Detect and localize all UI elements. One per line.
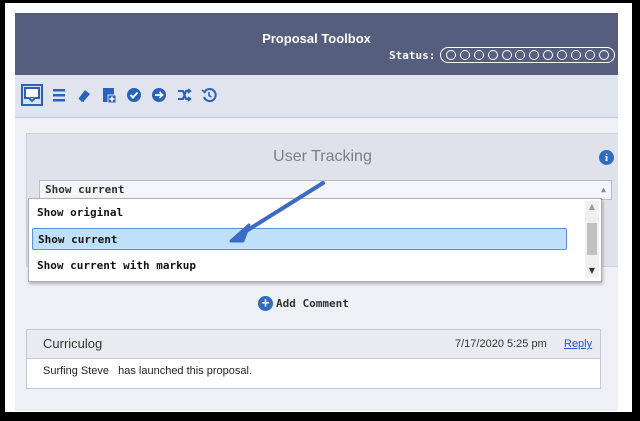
comment-text: has launched this proposal.: [118, 365, 253, 377]
add-comment-label: Add Comment: [276, 297, 349, 310]
status-step-dot: [585, 50, 596, 60]
scroll-up-icon[interactable]: ▲: [585, 201, 599, 213]
status-step-dot: [529, 50, 540, 60]
add-comment-button[interactable]: + Add Comment: [258, 296, 349, 311]
reply-link[interactable]: Reply: [564, 338, 592, 350]
comment-card: Curriculog 7/17/2020 5:25 pm Reply Surfi…: [26, 329, 601, 389]
status-progress: [440, 47, 615, 63]
status-step-dot: [557, 50, 568, 60]
status-step-dot: [598, 50, 609, 60]
shuffle-icon[interactable]: [173, 84, 195, 106]
plus-icon: +: [258, 296, 273, 311]
option-show-current[interactable]: Show current: [32, 228, 567, 250]
toolbar: [15, 75, 618, 118]
toolbox-title: Proposal Toolbox: [262, 31, 371, 46]
scroll-down-icon[interactable]: ▼: [585, 265, 599, 277]
history-icon[interactable]: [198, 84, 220, 106]
section-title: User Tracking: [273, 148, 372, 165]
comment-header: Curriculog 7/17/2020 5:25 pm Reply: [27, 330, 600, 359]
info-icon[interactable]: i: [599, 150, 614, 165]
add-file-icon[interactable]: [98, 84, 120, 106]
toolbox-header: Proposal Toolbox Status:: [15, 13, 618, 75]
comment-icon[interactable]: [21, 84, 43, 106]
tracking-dropdown-list: Show original Show current Show current …: [28, 198, 602, 282]
select-value: Show current: [45, 183, 125, 196]
screenshot-frame: Proposal Toolbox Status: User Tracking i…: [0, 0, 640, 421]
status-step-dot: [459, 50, 470, 60]
list-icon[interactable]: [48, 84, 70, 106]
option-show-original[interactable]: Show original: [32, 202, 567, 224]
status-step-dot: [487, 50, 498, 60]
tracking-select[interactable]: Show current ▲: [39, 180, 612, 200]
eraser-icon[interactable]: [73, 84, 95, 106]
dropdown-scrollbar[interactable]: ▲ ▼: [585, 201, 599, 277]
status-label: Status:: [389, 49, 436, 62]
status-step-dot: [473, 50, 484, 60]
scroll-thumb[interactable]: [587, 223, 597, 255]
status-step-dot: [571, 50, 582, 60]
select-arrow-icon: ▲: [601, 185, 606, 194]
comment-date: 7/17/2020 5:25 pm: [455, 338, 547, 350]
status-step-dot: [515, 50, 526, 60]
comment-body: Surfing Steve has launched this proposal…: [43, 365, 252, 377]
option-show-current-with-markup[interactable]: Show current with markup: [32, 255, 567, 277]
status-step-dot: [501, 50, 512, 60]
comment-author: Curriculog: [43, 336, 103, 351]
check-icon[interactable]: [123, 84, 145, 106]
comment-user: Surfing Steve: [43, 365, 110, 377]
status-step-dot: [543, 50, 554, 60]
status-step-dot: [445, 50, 456, 60]
forward-icon[interactable]: [148, 84, 170, 106]
